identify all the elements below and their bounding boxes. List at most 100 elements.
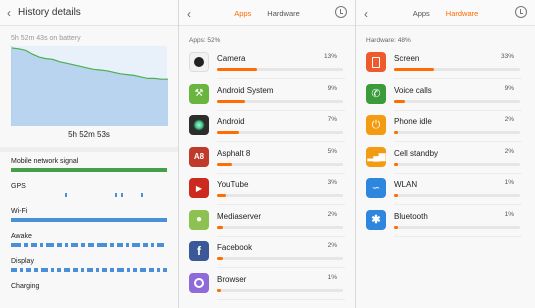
item-name: YouTube <box>217 180 249 189</box>
list-item[interactable]: A8 Asphalt 8 5% <box>189 143 345 174</box>
item-percent: 9% <box>504 84 514 92</box>
usage-bar-fill <box>217 257 224 260</box>
usage-bar <box>394 162 520 166</box>
usage-bar <box>217 68 343 71</box>
page-title: History details <box>18 7 81 18</box>
usage-bar-fill <box>394 162 398 166</box>
list-item[interactable]: ✱ Bluetooth 1% <box>366 206 522 237</box>
item-name: Mediaserver <box>217 211 262 221</box>
android-icon <box>189 115 209 135</box>
signal-row-charging: Charging <box>11 283 167 290</box>
item-percent: 2% <box>504 116 514 123</box>
list-item[interactable]: Android 7% <box>189 111 345 142</box>
list-item[interactable]: ● Mediaserver 2% <box>189 206 345 237</box>
list-item[interactable]: ⏻ Phone idle 2% <box>366 111 522 142</box>
usage-bar <box>394 225 520 229</box>
list-item[interactable]: Screen 33% <box>366 48 522 79</box>
signal-segment <box>117 268 124 272</box>
signal-segment <box>141 193 143 197</box>
signal-label: Display <box>11 258 34 265</box>
usage-bar <box>217 131 343 134</box>
signal-bars-icon: ▂▄▆ <box>366 146 386 167</box>
signal-track <box>11 243 167 247</box>
mediaserver-icon: ● <box>189 209 209 230</box>
screen-icon <box>366 52 386 72</box>
signal-segment <box>163 268 167 272</box>
phone-icon: ✆ <box>366 83 386 104</box>
signal-segment <box>157 243 164 247</box>
browser-icon <box>189 272 209 293</box>
item-percent: 2% <box>327 210 337 218</box>
list-item[interactable]: ▂▄▆ Cell standby 2% <box>366 143 522 174</box>
history-header: ‹ History details <box>0 0 178 26</box>
clock-icon[interactable] <box>515 6 527 18</box>
tab-apps[interactable]: Apps <box>413 9 430 18</box>
usage-bar-fill <box>217 288 221 292</box>
bluetooth-icon: ✱ <box>366 209 386 230</box>
usage-bar <box>217 194 343 197</box>
signal-segment <box>96 268 99 272</box>
signal-segment <box>88 243 94 247</box>
battery-chart <box>11 46 168 126</box>
signal-segment <box>46 243 54 247</box>
divider <box>0 147 178 152</box>
signal-segment <box>34 268 38 272</box>
item-percent: 1% <box>504 210 514 218</box>
usage-bar <box>217 288 343 292</box>
signal-segment <box>121 193 123 197</box>
hardware-panel: ‹ Apps Hardware Hardware: 48% Screen 33% ✆… <box>356 0 535 308</box>
item-name: Voice calls <box>394 85 432 95</box>
signal-segment <box>64 268 70 272</box>
battery-duration: 5h 52m 53s <box>68 130 110 139</box>
list-item[interactable]: ⚒ Android System 9% <box>189 80 345 111</box>
camera-icon <box>189 52 209 72</box>
signal-segment <box>40 243 43 247</box>
tab-hardware[interactable]: Hardware <box>446 9 479 18</box>
signal-track <box>11 168 167 172</box>
signal-segment <box>140 268 146 272</box>
usage-bar <box>394 99 520 103</box>
item-name: Android <box>217 117 245 126</box>
signal-track <box>11 268 167 272</box>
tab-hardware[interactable]: Hardware <box>267 9 300 18</box>
apps-header: ‹ Apps Hardware <box>179 0 355 26</box>
signal-segment <box>24 243 28 247</box>
usage-bar-fill <box>217 68 257 71</box>
list-item[interactable]: ✆ Voice calls 9% <box>366 80 522 111</box>
item-percent: 33% <box>500 53 514 60</box>
hardware-header: ‹ Apps Hardware <box>356 0 535 26</box>
signal-segment <box>149 268 154 272</box>
facebook-icon: f <box>189 241 209 261</box>
signal-segment <box>110 268 114 272</box>
item-name: Bluetooth <box>394 211 428 221</box>
list-item[interactable]: f Facebook 2% <box>189 237 345 268</box>
usage-bar-fill <box>394 225 398 229</box>
list-item[interactable]: Camera 13% <box>189 48 345 79</box>
signal-segment <box>65 193 67 197</box>
item-name: Camera <box>217 54 246 63</box>
signal-row-display: Display <box>11 258 167 272</box>
list-item[interactable]: ∽ WLAN 1% <box>366 174 522 205</box>
signal-label: GPS <box>11 183 26 190</box>
usage-bar <box>217 162 343 166</box>
list-item[interactable]: Browser 1% <box>189 269 345 300</box>
signal-row-mobile: Mobile network signal <box>11 158 167 172</box>
signal-track <box>11 193 167 197</box>
item-name: Screen <box>394 54 420 63</box>
tab-apps[interactable]: Apps <box>234 9 251 18</box>
usage-bar <box>217 257 343 260</box>
list-item[interactable]: ▶ YouTube 3% <box>189 174 345 205</box>
item-name: Phone idle <box>394 117 432 126</box>
item-percent: 7% <box>327 116 337 123</box>
usage-bar-fill <box>394 68 434 71</box>
item-name: WLAN <box>394 180 418 189</box>
item-name: Browser <box>217 274 247 284</box>
youtube-icon: ▶ <box>189 178 209 198</box>
item-percent: 2% <box>327 242 337 249</box>
clock-icon[interactable] <box>335 6 347 18</box>
back-arrow-icon[interactable]: ‹ <box>0 6 18 20</box>
signal-label: Mobile network signal <box>11 158 79 165</box>
item-percent: 2% <box>504 147 514 155</box>
asphalt-icon: A8 <box>189 146 209 167</box>
signal-segment <box>115 193 117 197</box>
